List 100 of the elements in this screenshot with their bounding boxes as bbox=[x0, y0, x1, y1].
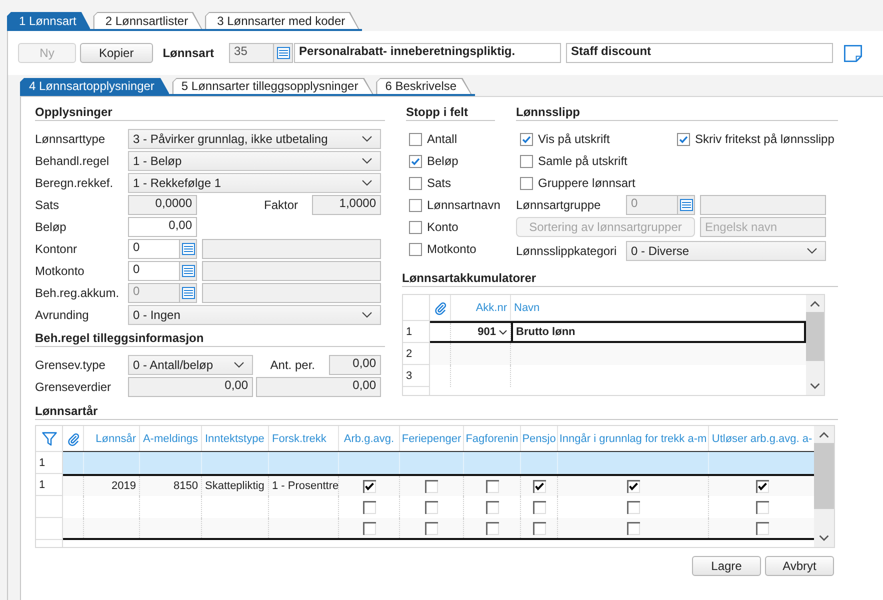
dropdown[interactable]: 1 - Rekkefølge 1 bbox=[128, 173, 381, 193]
paperclip-icon[interactable] bbox=[67, 432, 79, 446]
column-header[interactable]: Forsk.trekk bbox=[272, 432, 326, 444]
field-label: Lønnsart bbox=[162, 46, 214, 60]
scroll-up-icon[interactable] bbox=[810, 301, 820, 307]
english-name-field[interactable]: Staff discount bbox=[566, 43, 834, 63]
dropdown[interactable]: 1 - Beløp bbox=[128, 151, 381, 171]
toolbar-button[interactable]: Kopier bbox=[80, 43, 153, 63]
checkbox[interactable] bbox=[409, 198, 422, 212]
scroll-down-icon[interactable] bbox=[819, 535, 829, 541]
row-number[interactable]: 1 bbox=[39, 478, 46, 490]
row-number[interactable]: 3 bbox=[406, 370, 412, 382]
checkbox[interactable] bbox=[756, 500, 768, 514]
dropdown[interactable]: 0 - Ingen bbox=[128, 305, 381, 325]
checkbox[interactable] bbox=[409, 132, 422, 146]
dropdown[interactable]: 0 - Antall/beløp bbox=[128, 355, 253, 375]
row-number[interactable]: 1 bbox=[406, 326, 412, 338]
list-icon bbox=[182, 243, 194, 255]
checkbox[interactable] bbox=[626, 500, 640, 514]
checkbox[interactable] bbox=[409, 220, 422, 234]
account-name-field[interactable] bbox=[202, 239, 381, 259]
chevron-down-icon bbox=[362, 180, 372, 186]
lookup-button[interactable] bbox=[180, 261, 197, 281]
table-cell: 8150 bbox=[174, 480, 198, 492]
row-number[interactable]: 2 bbox=[406, 348, 412, 360]
checkbox[interactable] bbox=[520, 154, 533, 168]
checkbox[interactable] bbox=[486, 522, 498, 534]
scrollbar-thumb[interactable] bbox=[806, 312, 824, 361]
checkbox[interactable] bbox=[409, 154, 422, 168]
column-header[interactable]: Akk.nr bbox=[476, 302, 507, 314]
dropdown[interactable]: 3 - Påvirker grunnlag, ikke utbetaling bbox=[128, 129, 381, 149]
scrollbar[interactable] bbox=[814, 426, 834, 547]
chevron-down-icon bbox=[362, 136, 372, 142]
checkbox[interactable] bbox=[532, 500, 546, 514]
tab[interactable]: 5 Lønnsarter tilleggsopplysninger bbox=[172, 78, 374, 94]
column-header[interactable]: Arb.g.avg. bbox=[344, 432, 394, 444]
name-field[interactable]: Personalrabatt- inneberetningspliktig. bbox=[294, 43, 562, 63]
checkbox[interactable] bbox=[677, 132, 690, 146]
lookup-button[interactable] bbox=[274, 43, 294, 63]
row-number[interactable]: 1 bbox=[39, 456, 46, 468]
column-header[interactable]: Fagforenin bbox=[466, 432, 518, 444]
checkbox[interactable] bbox=[626, 522, 640, 534]
checkbox[interactable] bbox=[362, 522, 376, 534]
account-number-field[interactable]: 0 bbox=[128, 239, 180, 259]
column-header[interactable]: Inntektstype bbox=[205, 432, 264, 444]
checkbox[interactable] bbox=[520, 132, 533, 146]
column-header[interactable]: Lønnsår bbox=[96, 432, 136, 444]
dialog-button[interactable]: Avbryt bbox=[765, 556, 834, 576]
column-header[interactable]: Pensjo bbox=[522, 432, 556, 444]
checkbox[interactable] bbox=[520, 176, 533, 190]
chevron-down-icon[interactable] bbox=[499, 330, 507, 334]
checkbox-label: Samle på utskrift bbox=[538, 154, 628, 168]
checkbox[interactable] bbox=[756, 480, 768, 492]
checkbox[interactable] bbox=[486, 500, 498, 514]
scroll-up-icon[interactable] bbox=[819, 432, 829, 438]
number-field[interactable]: 35 bbox=[229, 43, 274, 63]
scrollbar-thumb[interactable] bbox=[814, 443, 834, 509]
tab[interactable]: 1 Lønnsart bbox=[7, 12, 90, 29]
tab[interactable]: 3 Lønnsarter med koder bbox=[205, 12, 360, 29]
column-header[interactable]: Feriepenger bbox=[402, 432, 462, 444]
note-icon[interactable] bbox=[844, 44, 862, 62]
table-row[interactable]: 2019 8150 Skattepliktig 1 - Prosenttre bbox=[63, 474, 814, 496]
lookup-button[interactable] bbox=[180, 283, 197, 303]
number-field[interactable]: 0,00 bbox=[128, 217, 197, 237]
checkbox[interactable] bbox=[409, 242, 422, 256]
table-cell[interactable]: Brutto lønn bbox=[511, 321, 806, 343]
checkbox[interactable] bbox=[425, 522, 438, 534]
column-header[interactable]: A-meldings bbox=[142, 432, 198, 444]
checkbox[interactable] bbox=[626, 480, 640, 492]
account-number-field[interactable]: 0 bbox=[128, 261, 180, 281]
dialog-button[interactable]: Lagre bbox=[692, 556, 761, 576]
column-header[interactable]: Inngår i grunnlag for trekk a-m bbox=[559, 432, 707, 444]
checkbox[interactable] bbox=[486, 480, 498, 492]
tab[interactable]: 4 Lønnsartopplysninger bbox=[20, 78, 170, 94]
column-header[interactable]: Navn bbox=[514, 302, 540, 314]
lookup-button[interactable] bbox=[180, 239, 197, 259]
field-label: Avrunding bbox=[35, 308, 90, 322]
group-name-field[interactable] bbox=[700, 195, 826, 215]
tab[interactable]: 6 Beskrivelse bbox=[376, 78, 472, 94]
lookup-button[interactable] bbox=[678, 195, 695, 215]
account-name-field[interactable] bbox=[202, 283, 381, 303]
tab[interactable]: 2 Lønnsartlister bbox=[93, 12, 202, 29]
checkbox-label: Konto bbox=[427, 220, 458, 234]
checkbox[interactable] bbox=[425, 500, 438, 514]
checkbox[interactable] bbox=[409, 176, 422, 190]
scrollbar[interactable] bbox=[806, 295, 824, 395]
table-row[interactable] bbox=[63, 518, 814, 540]
scroll-down-icon[interactable] bbox=[810, 383, 820, 389]
checkbox[interactable] bbox=[532, 522, 546, 534]
filter-icon[interactable] bbox=[42, 432, 56, 446]
checkbox[interactable] bbox=[425, 480, 438, 492]
checkbox[interactable] bbox=[362, 500, 376, 514]
account-name-field[interactable] bbox=[202, 261, 381, 281]
column-header[interactable]: Utløser arb.g.avg. a- bbox=[712, 432, 812, 444]
field-label: Motkonto bbox=[35, 264, 86, 278]
paperclip-icon[interactable] bbox=[434, 300, 446, 314]
dropdown[interactable]: 0 - Diverse bbox=[626, 241, 826, 261]
checkbox[interactable] bbox=[756, 522, 768, 534]
checkbox[interactable] bbox=[362, 480, 376, 492]
checkbox[interactable] bbox=[532, 480, 546, 492]
